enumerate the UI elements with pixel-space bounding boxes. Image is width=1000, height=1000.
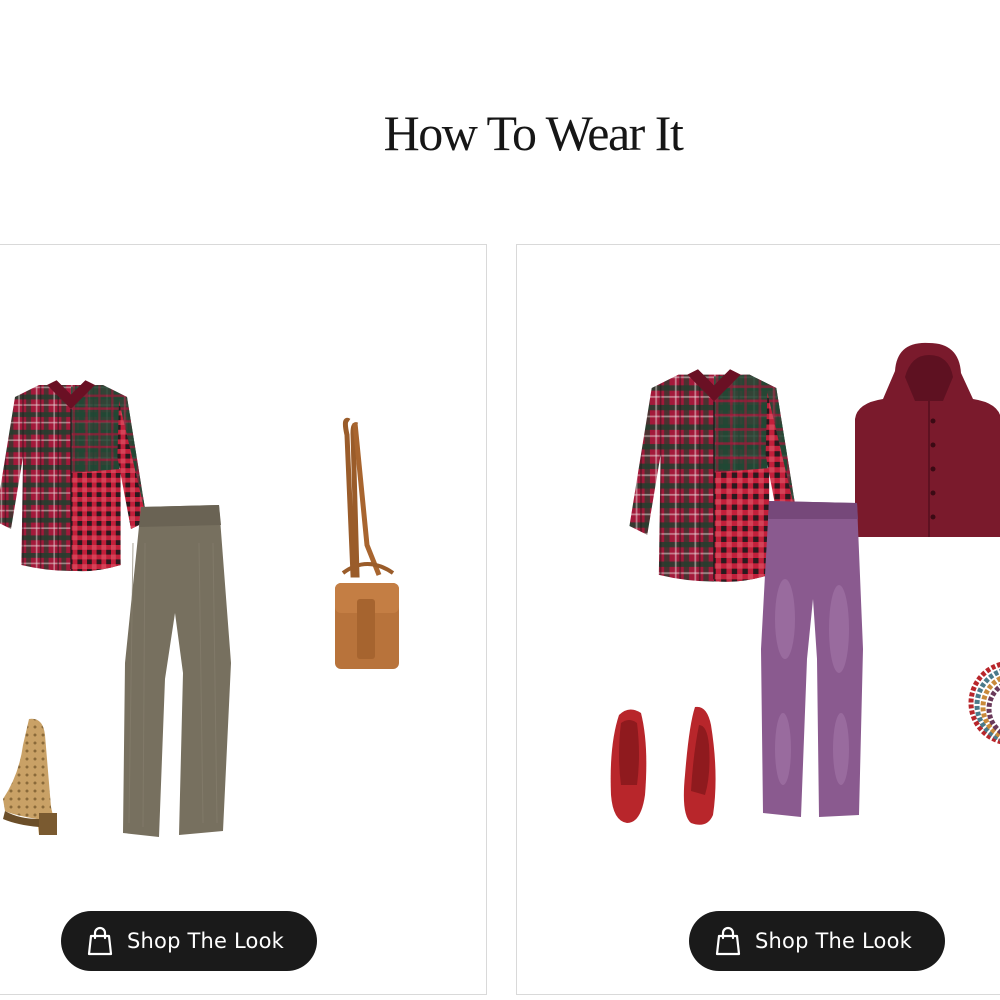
shopping-bag-icon [87, 926, 113, 956]
look-card-2[interactable]: Shop The Look [516, 244, 1000, 995]
shop-the-look-button-2[interactable]: Shop The Look [689, 911, 945, 971]
crossbody-bag-icon[interactable] [327, 415, 405, 673]
red-flats-icon[interactable] [609, 705, 727, 829]
page-title: How To Wear It [383, 105, 684, 161]
shop-the-look-label: Shop The Look [127, 929, 285, 953]
shopping-bag-icon [715, 926, 741, 956]
shop-the-look-button-1[interactable]: Shop The Look [61, 911, 317, 971]
corduroy-pants-icon[interactable] [119, 503, 237, 839]
look-card-1[interactable]: Shop The Look [0, 244, 487, 995]
perforated-bootie-icon[interactable] [0, 715, 69, 839]
beaded-necklace-icon[interactable] [965, 659, 1000, 749]
shop-the-look-label: Shop The Look [755, 929, 913, 953]
purple-jeans-icon[interactable] [755, 499, 873, 819]
